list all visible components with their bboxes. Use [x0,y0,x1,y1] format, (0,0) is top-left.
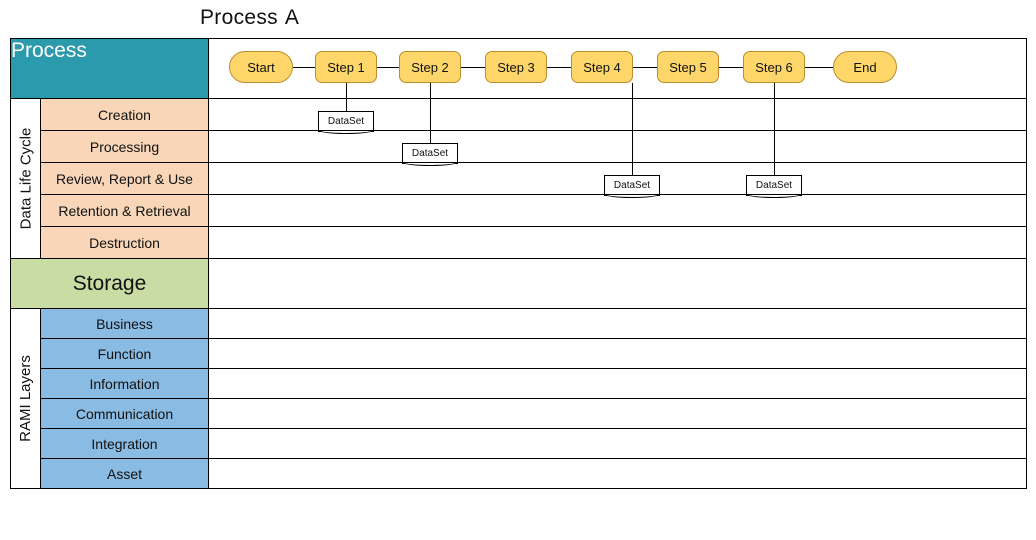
dlc-cat-2-label: Review, Report & Use [56,171,193,187]
rami-body-2 [209,369,1027,399]
process-lane: Start Step 1 Step 2 Step 3 Step 4 Step 5 Step … [209,39,1027,99]
dlc-row-2: Review, Report & Use [11,163,1027,195]
flow-connector [805,67,833,68]
flow-node-s2: Step 2 [399,51,461,83]
rami-cat-2: Information [41,369,209,399]
rami-cat-0-label: Business [96,316,153,332]
storage-body [209,259,1027,309]
flow-connector [547,67,571,68]
rami-group-label: RAMI Layers [17,355,34,442]
dlc-body-0 [209,99,1027,131]
dlc-row-4: Destruction [11,227,1027,259]
flow-node-s5: Step 5 [657,51,719,83]
flow-node-s1: Step 1 [315,51,377,83]
dlc-cat-1-label: Processing [90,139,159,155]
rami-body-1 [209,339,1027,369]
flow-node-start: Start [229,51,293,83]
rami-cat-5: Asset [41,459,209,489]
rami-cat-4-label: Integration [91,436,157,452]
dlc-body-4 [209,227,1027,259]
storage-label-cell: Storage [11,259,209,309]
storage-label: Storage [73,272,147,296]
dlc-cat-2: Review, Report & Use [41,163,209,195]
flow-node-end: End [833,51,897,83]
process-header-row: Process Start Step 1 Step 2 Step 3 Step 4 Ste… [11,39,1027,99]
diagram-title: Process A [200,6,299,30]
process-header-text: Process [11,39,87,62]
rami-cat-3-label: Communication [76,406,173,422]
dlc-cat-0-label: Creation [98,107,151,123]
dlc-cat-4-label: Destruction [89,235,160,251]
rami-cat-3: Communication [41,399,209,429]
rami-cat-2-label: Information [89,376,159,392]
rami-cat-0: Business [41,309,209,339]
dlc-row-1: Processing [11,131,1027,163]
flow-connector [719,67,743,68]
dlc-body-2 [209,163,1027,195]
rami-row-4: Integration [11,429,1027,459]
flow-node-s3: Step 3 [485,51,547,83]
flow-connector [377,67,399,68]
flow-connector [633,67,657,68]
rami-cat-5-label: Asset [107,466,142,482]
rami-row-3: Communication [11,399,1027,429]
storage-row: Storage [11,259,1027,309]
dlc-cat-3: Retention & Retrieval [41,195,209,227]
lane-grid: Process Start Step 1 Step 2 Step 3 Step 4 Ste… [10,38,1027,489]
rami-body-0 [209,309,1027,339]
dlc-cat-3-label: Retention & Retrieval [58,203,190,219]
dlc-body-1 [209,131,1027,163]
rami-row-0: RAMI Layers Business [11,309,1027,339]
flow-connector [461,67,485,68]
rami-cat-1-label: Function [98,346,152,362]
dlc-group-label: Data Life Cycle [17,128,34,230]
rami-row-2: Information [11,369,1027,399]
flow-node-s6: Step 6 [743,51,805,83]
diagram-root: Process A Process Start Step 1 Step 2 Step … [0,0,1036,540]
rami-cat-1: Function [41,339,209,369]
flow-connector [293,67,315,68]
dlc-body-3 [209,195,1027,227]
dlc-cat-4: Destruction [41,227,209,259]
process-header-label: Process [11,39,209,99]
dlc-row-3: Retention & Retrieval [11,195,1027,227]
dlc-cat-1: Processing [41,131,209,163]
flow-node-s4: Step 4 [571,51,633,83]
dlc-cat-0: Creation [41,99,209,131]
rami-cat-4: Integration [41,429,209,459]
rami-row-1: Function [11,339,1027,369]
dlc-row-0: Data Life Cycle Creation [11,99,1027,131]
process-flow: Start Step 1 Step 2 Step 3 Step 4 Step 5 Step … [209,39,1026,98]
rami-body-4 [209,429,1027,459]
rami-body-5 [209,459,1027,489]
rami-row-5: Asset [11,459,1027,489]
rami-body-3 [209,399,1027,429]
